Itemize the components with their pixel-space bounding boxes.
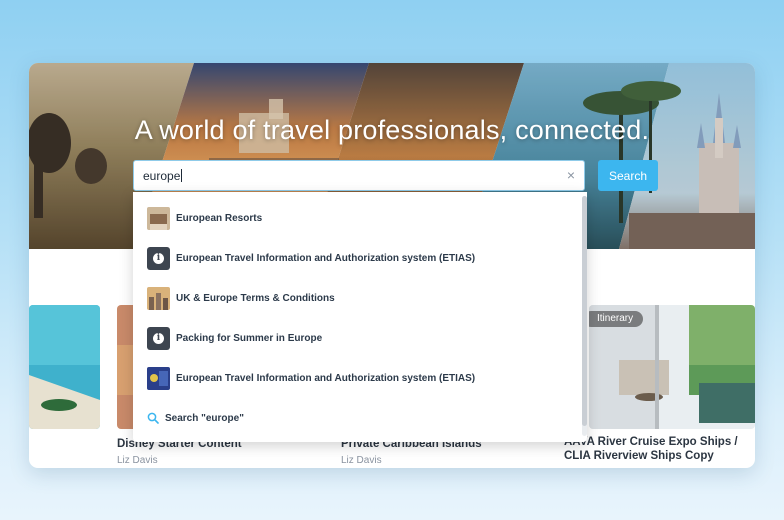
text-caret xyxy=(181,169,183,182)
search-input-value[interactable]: europe xyxy=(143,169,183,183)
suggestion-item[interactable]: i European Travel Information and Author… xyxy=(147,246,475,270)
search-all-label: Search "europe" xyxy=(165,412,244,424)
clear-search-icon[interactable]: × xyxy=(567,167,575,183)
suggestion-item[interactable]: European Travel Information and Authoriz… xyxy=(147,366,475,390)
suggestion-label: UK & Europe Terms & Conditions xyxy=(176,292,335,304)
info-icon: i xyxy=(147,326,170,350)
scrollbar-thumb[interactable] xyxy=(582,196,587,426)
cruise-tile-image[interactable]: Itinerary xyxy=(589,305,755,429)
hero-headline: A world of travel professionals, connect… xyxy=(134,115,650,145)
suggestion-item[interactable]: European Resorts xyxy=(147,206,262,230)
search-button[interactable]: Search xyxy=(598,160,658,191)
suggestion-item[interactable]: i Packing for Summer in Europe xyxy=(147,326,322,350)
tile-title[interactable]: AAVA River Cruise Expo Ships / CLIA Rive… xyxy=(564,435,755,463)
search-input[interactable]: europe × xyxy=(133,160,585,191)
search-all-suggestion[interactable]: Search "europe" xyxy=(147,412,244,424)
beach-tile-image[interactable] xyxy=(29,305,100,429)
search-suggestions-dropdown: European Resorts i European Travel Infor… xyxy=(133,192,587,442)
tile-author: Liz Davis xyxy=(341,455,382,466)
dropdown-scrollbar[interactable] xyxy=(582,196,587,436)
flag-thumbnail-icon xyxy=(147,366,170,390)
itinerary-badge: Itinerary xyxy=(589,311,644,327)
suggestion-label: European Resorts xyxy=(176,212,263,224)
city-thumbnail-icon xyxy=(147,286,170,310)
resort-thumbnail-icon xyxy=(147,206,170,230)
suggestion-label: Packing for Summer in Europe xyxy=(176,332,323,344)
suggestion-label: European Travel Information and Authoriz… xyxy=(176,372,476,384)
tile-author: Liz Davis xyxy=(117,455,158,466)
search-icon xyxy=(147,412,159,424)
info-icon: i xyxy=(147,246,170,270)
suggestion-label: European Travel Information and Authoriz… xyxy=(176,252,476,264)
suggestion-item[interactable]: UK & Europe Terms & Conditions xyxy=(147,286,335,310)
